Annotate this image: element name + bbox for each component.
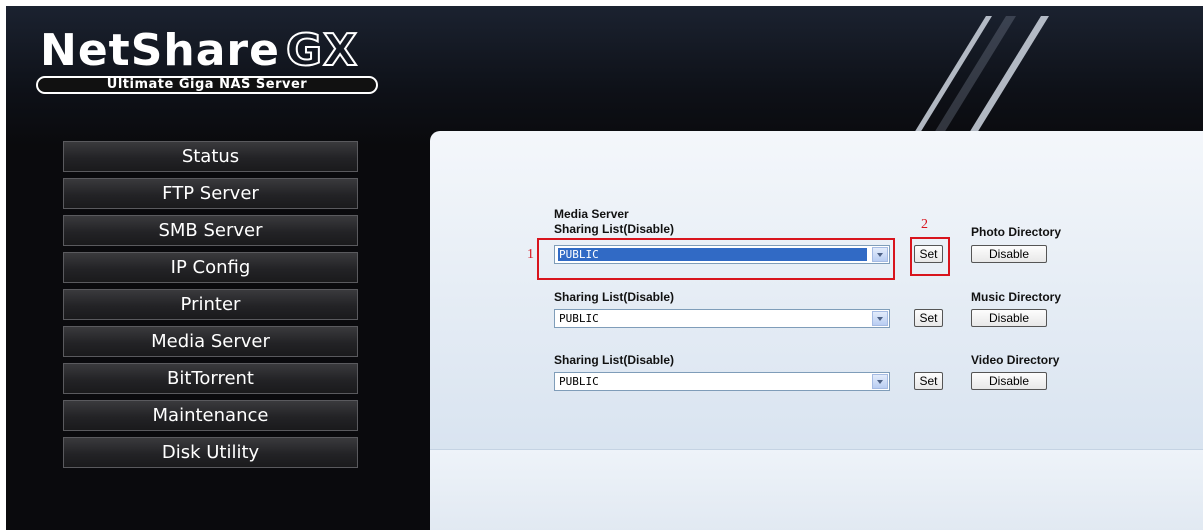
video-directory-label: Video Directory <box>971 353 1060 367</box>
video-set-button[interactable]: Set <box>914 372 943 390</box>
section-title: Media Server <box>554 207 629 221</box>
annotation-box-1 <box>537 238 895 280</box>
annotation-marker-1: 1 <box>527 247 534 262</box>
menu-maintenance[interactable]: Maintenance <box>63 400 358 431</box>
annotation-marker-2: 2 <box>921 217 928 232</box>
app-frame: NetShare GX Ultimate Giga NAS Server Stat… <box>6 6 1203 530</box>
photo-directory-label: Photo Directory <box>971 225 1062 239</box>
music-disable-button[interactable]: Disable <box>971 309 1047 327</box>
menu-printer[interactable]: Printer <box>63 289 358 320</box>
menu-smb-server[interactable]: SMB Server <box>63 215 358 246</box>
menu-ftp-server[interactable]: FTP Server <box>63 178 358 209</box>
logo-title: NetShare GX <box>40 25 358 77</box>
logo-tagline: Ultimate Giga NAS Server <box>36 76 378 94</box>
chevron-down-icon[interactable] <box>872 374 888 389</box>
content-panel: Media Server Sharing List(Disable) PUBLI… <box>430 131 1203 530</box>
annotation-box-2 <box>910 237 950 276</box>
sidebar-menu: Status FTP Server SMB Server IP Config P… <box>63 141 358 474</box>
video-disable-button[interactable]: Disable <box>971 372 1047 390</box>
netshare-logo: NetShare GX Ultimate Giga NAS Server <box>36 25 381 96</box>
photo-disable-button[interactable]: Disable <box>971 245 1047 263</box>
menu-bittorrent[interactable]: BitTorrent <box>63 363 358 394</box>
chevron-down-icon[interactable] <box>872 311 888 326</box>
video-share-select[interactable]: PUBLIC <box>554 372 890 391</box>
video-share-value: PUBLIC <box>559 375 599 388</box>
music-share-select[interactable]: PUBLIC <box>554 309 890 328</box>
music-directory-label: Music Directory <box>971 290 1062 304</box>
music-set-button[interactable]: Set <box>914 309 943 327</box>
sharing-list-label-music: Sharing List(Disable) <box>554 290 675 304</box>
music-share-value: PUBLIC <box>559 312 599 325</box>
sharing-list-label-video: Sharing List(Disable) <box>554 353 675 367</box>
sharing-list-label-photo: Sharing List(Disable) <box>554 222 675 236</box>
menu-disk-utility[interactable]: Disk Utility <box>63 437 358 468</box>
menu-status[interactable]: Status <box>63 141 358 172</box>
panel-footer <box>430 449 1203 530</box>
menu-ip-config[interactable]: IP Config <box>63 252 358 283</box>
decorative-stripes <box>906 16 1049 146</box>
menu-media-server[interactable]: Media Server <box>63 326 358 357</box>
